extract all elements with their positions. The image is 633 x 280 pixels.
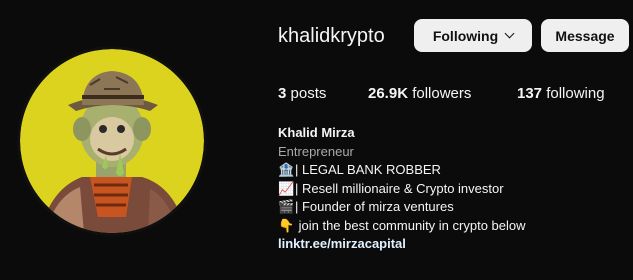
bio-line-text: | LEGAL BANK ROBBER xyxy=(295,162,441,177)
stat-posts: 3 posts xyxy=(278,84,326,104)
bank-icon: 🏦 xyxy=(278,162,295,177)
bio-line-text: | Resell millionaire & Crypto investor xyxy=(295,180,504,196)
stat-followers[interactable]: 26.9K followers xyxy=(368,84,471,104)
followers-label: followers xyxy=(412,85,472,102)
bio-line: 🎬| Founder of mirza ventures xyxy=(278,198,628,217)
message-button-label: Message xyxy=(555,27,615,44)
posts-label: posts xyxy=(290,85,327,102)
following-count: 137 xyxy=(517,85,543,102)
bio-line: 👇 join the best community in crypto belo… xyxy=(278,217,628,236)
chevron-down-icon xyxy=(504,28,515,39)
bio-line-text: join the best community in crypto below xyxy=(295,217,526,233)
followers-count: 26.9K xyxy=(368,85,409,102)
profile-avatar[interactable] xyxy=(17,46,207,236)
message-button[interactable]: Message xyxy=(541,19,629,52)
bio-link[interactable]: linktr.ee/mirzacapital xyxy=(278,235,628,254)
clapper-board-icon: 🎬 xyxy=(278,199,295,214)
profile-username: khalidkrypto xyxy=(278,25,385,47)
bio-line-text: | Founder of mirza ventures xyxy=(295,199,454,214)
posts-count: 3 xyxy=(278,85,287,102)
chart-increasing-icon: 📈 xyxy=(278,180,295,196)
stat-following[interactable]: 137 following xyxy=(517,84,605,104)
ape-avatar-image xyxy=(20,49,204,233)
pointing-down-icon: 👇 xyxy=(278,217,295,233)
profile-bio: Khalid Mirza Entrepreneur 🏦| LEGAL BANK … xyxy=(278,124,628,254)
bio-category: Entrepreneur xyxy=(278,143,354,159)
bio-line: 🏦| LEGAL BANK ROBBER xyxy=(278,161,628,180)
bio-line: 📈| Resell millionaire & Crypto investor xyxy=(278,180,628,199)
following-button[interactable]: Following xyxy=(414,19,532,52)
following-label: following xyxy=(546,85,605,102)
bio-name: Khalid Mirza xyxy=(278,125,355,140)
following-button-label: Following xyxy=(432,27,499,44)
